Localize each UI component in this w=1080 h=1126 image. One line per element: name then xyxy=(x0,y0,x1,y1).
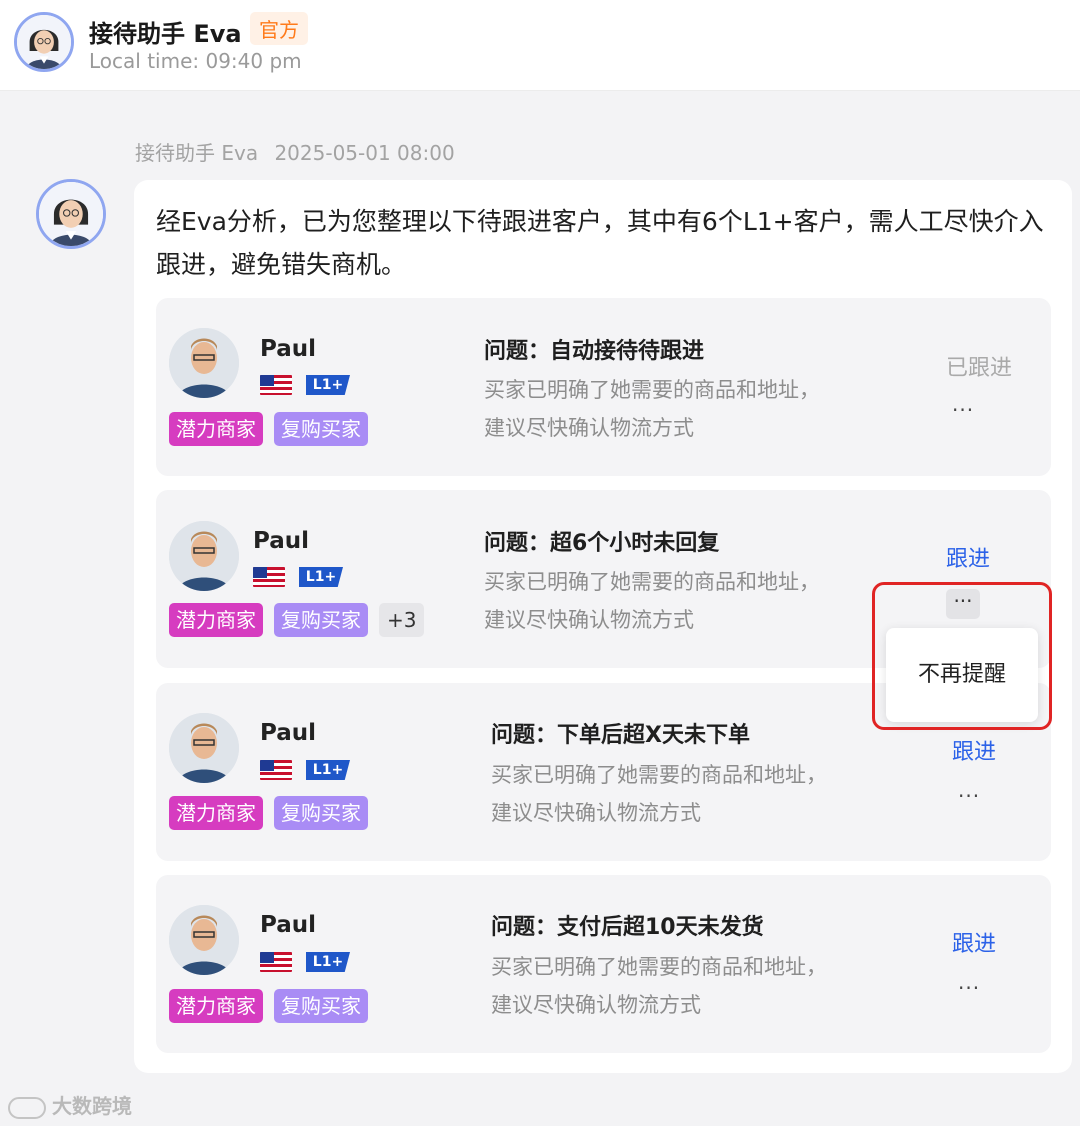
customer-name[interactable]: Paul xyxy=(253,528,309,554)
customer-name[interactable]: Paul xyxy=(260,336,316,362)
customer-name[interactable]: Paul xyxy=(260,720,316,746)
issue-desc-line1: 买家已明确了她需要的商品和地址， xyxy=(491,763,827,787)
issue-title: 问题：支付后超10天未发货 xyxy=(491,915,764,940)
follow-up-button[interactable]: 跟进 xyxy=(952,926,996,958)
more-options-button[interactable]: ... xyxy=(958,778,980,802)
message-timestamp: 2025-05-01 08:00 xyxy=(274,141,455,165)
us-flag-icon xyxy=(260,375,292,395)
followed-up-status: 已跟进 xyxy=(946,356,1013,381)
level-badge: L1+ xyxy=(306,375,350,395)
issue-title: 问题：下单后超X天未下单 xyxy=(491,723,750,748)
tag-repeat-buyer: 复购买家 xyxy=(274,603,368,637)
tag-repeat-buyer: 复购买家 xyxy=(274,412,368,446)
us-flag-icon xyxy=(260,952,292,972)
level-badge: L1+ xyxy=(299,567,343,587)
tag-repeat-buyer: 复购买家 xyxy=(274,989,368,1023)
message-intro: 经Eva分析，已为您整理以下待跟进客户，其中有6个L1+客户，需人工尽快介入跟进… xyxy=(156,207,1044,279)
local-time: Local time: 09:40 pm xyxy=(89,49,302,73)
level-badge: L1+ xyxy=(306,952,350,972)
more-options-button[interactable]: ... xyxy=(958,970,980,994)
tag-potential-merchant: 潜力商家 xyxy=(169,603,263,637)
customer-avatar[interactable] xyxy=(169,521,239,591)
assistant-name: 接待助手 Eva xyxy=(89,20,242,48)
issue-title: 问题：超6个小时未回复 xyxy=(484,531,720,556)
more-options-button[interactable]: ... xyxy=(952,392,974,416)
tag-potential-merchant: 潜力商家 xyxy=(169,989,263,1023)
tag-repeat-buyer: 复购买家 xyxy=(274,796,368,830)
customer-avatar[interactable] xyxy=(169,905,239,975)
chat-header: 接待助手 Eva 官方 Local time: 09:40 pm xyxy=(0,0,1080,91)
issue-desc-line2: 建议尽快确认物流方式 xyxy=(491,993,701,1017)
customer-avatar[interactable] xyxy=(169,713,239,783)
official-badge: 官方 xyxy=(250,12,308,45)
issue-desc-line2: 建议尽快确认物流方式 xyxy=(484,608,694,632)
watermark-logo-icon xyxy=(8,1096,46,1119)
message-sender: 接待助手 Eva xyxy=(135,141,259,165)
watermark-text: 大数跨境 xyxy=(52,1094,132,1118)
follow-up-button[interactable]: 跟进 xyxy=(952,734,996,766)
tag-potential-merchant: 潜力商家 xyxy=(169,412,263,446)
issue-desc-line2: 建议尽快确认物流方式 xyxy=(484,416,694,440)
issue-desc-line1: 买家已明确了她需要的商品和地址， xyxy=(491,955,827,979)
customer-avatar[interactable] xyxy=(169,328,239,398)
highlight-box xyxy=(872,582,1052,730)
issue-title: 问题：自动接待待跟进 xyxy=(484,339,705,364)
us-flag-icon xyxy=(253,567,285,587)
customer-name[interactable]: Paul xyxy=(260,912,316,938)
level-badge: L1+ xyxy=(306,760,350,780)
watermark: 大数跨境 xyxy=(8,1090,132,1119)
follow-up-button[interactable]: 跟进 xyxy=(946,541,990,573)
tag-potential-merchant: 潜力商家 xyxy=(169,796,263,830)
message-avatar[interactable] xyxy=(36,179,106,249)
more-tags-count[interactable]: +3 xyxy=(379,603,425,637)
issue-desc-line2: 建议尽快确认物流方式 xyxy=(491,801,701,825)
issue-desc-line1: 买家已明确了她需要的商品和地址， xyxy=(484,570,820,594)
issue-desc-line1: 买家已明确了她需要的商品和地址， xyxy=(484,378,820,402)
message-meta: 接待助手 Eva 2025-05-01 08:00 xyxy=(135,137,455,166)
assistant-avatar[interactable] xyxy=(14,12,74,72)
us-flag-icon xyxy=(260,760,292,780)
